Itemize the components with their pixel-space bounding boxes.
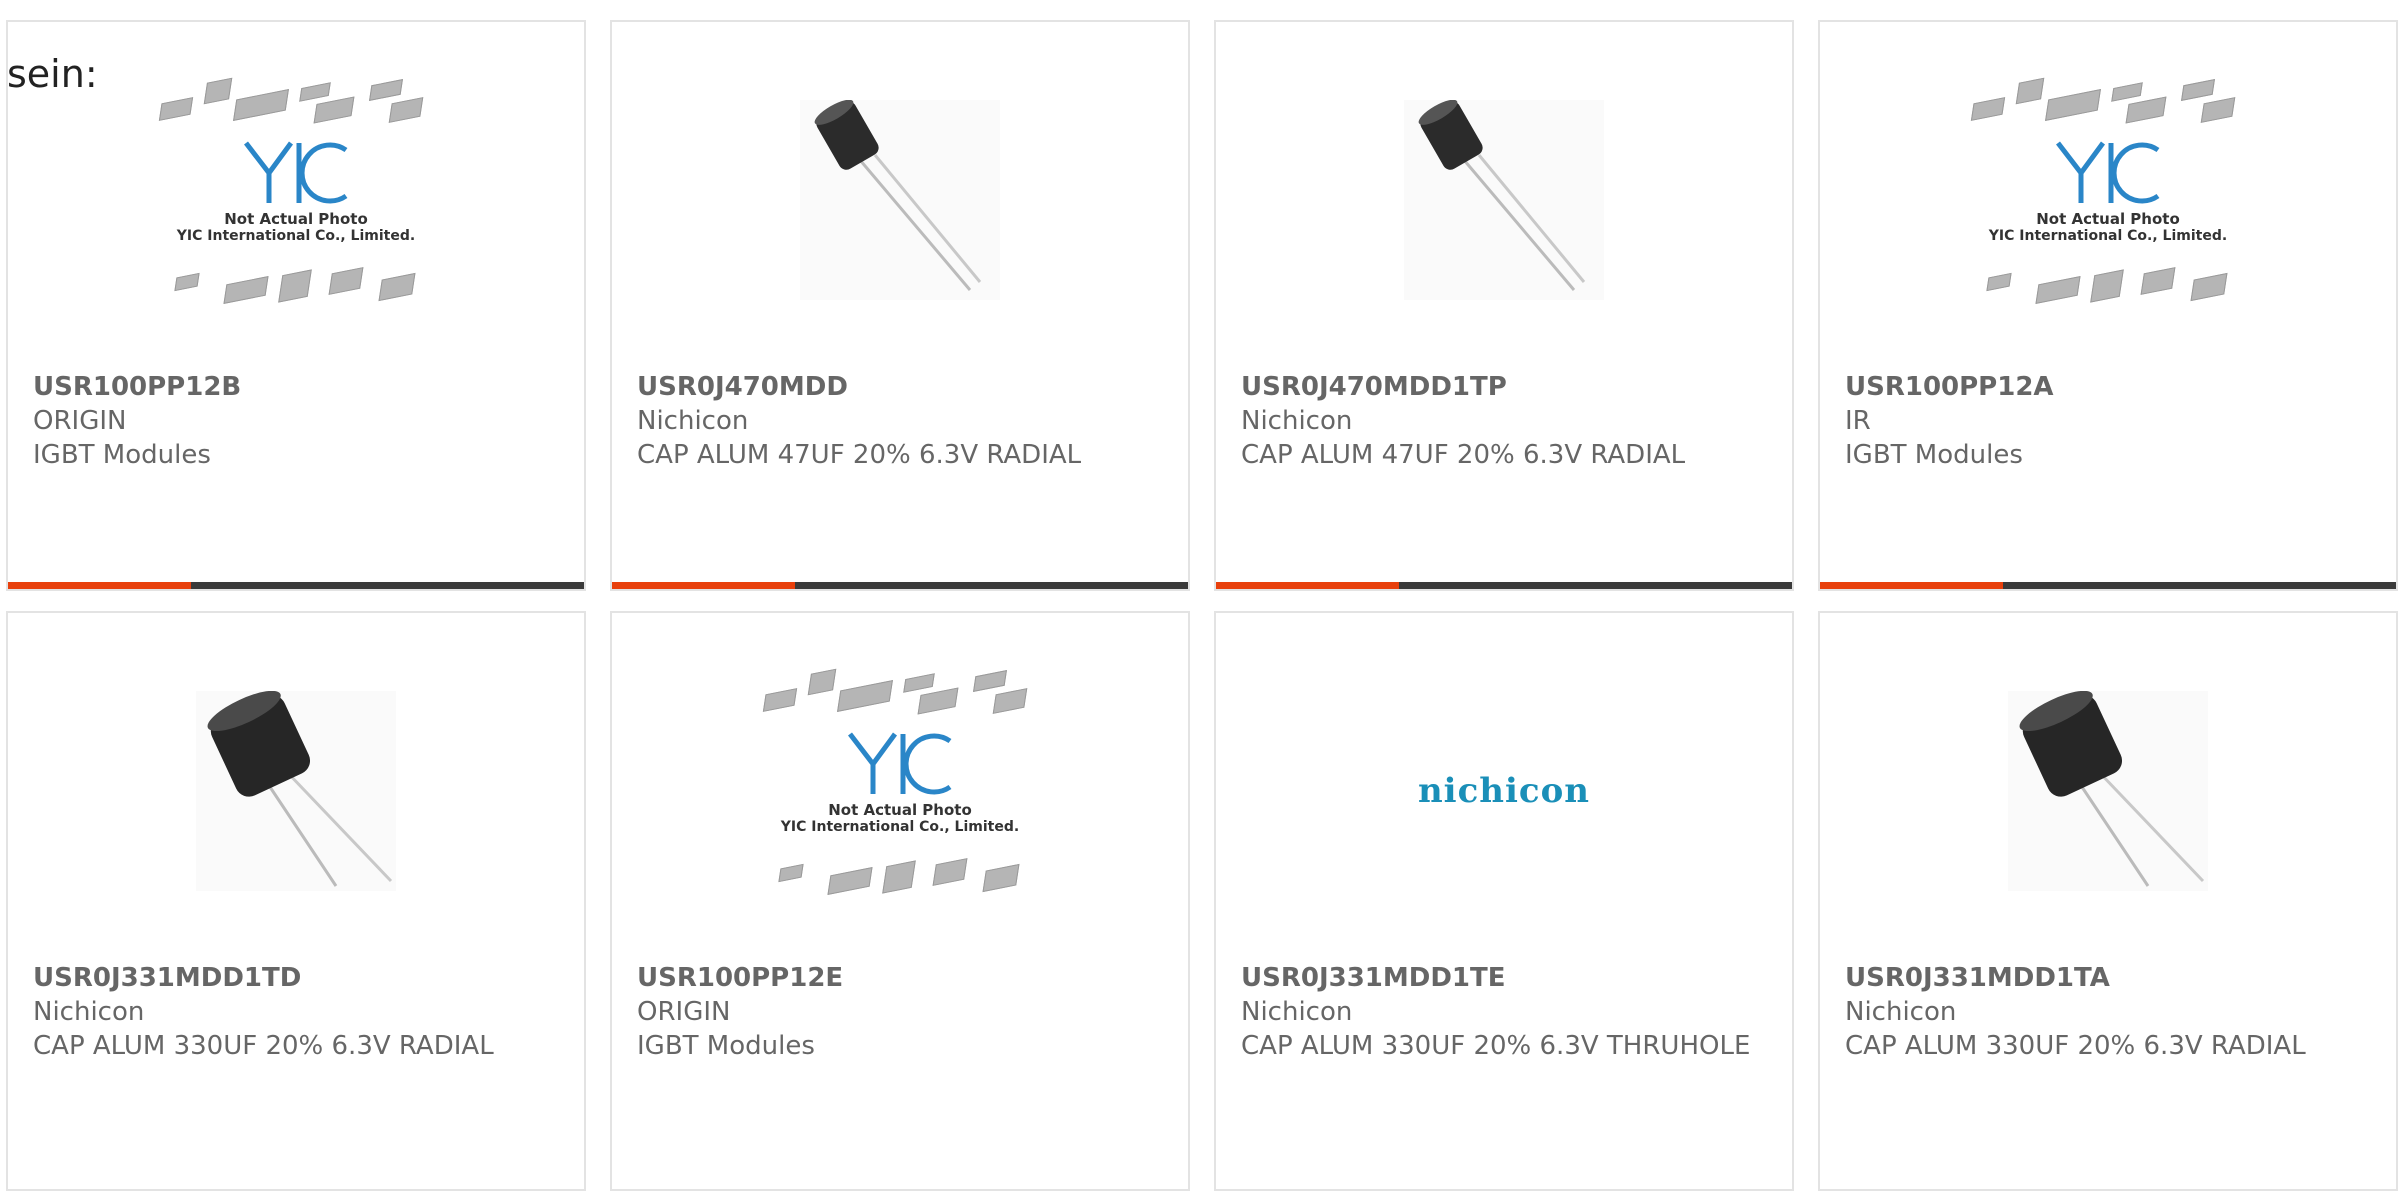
capacitor-photo-icon	[800, 99, 1000, 300]
part-number[interactable]: USR0J331MDD1TE	[1241, 961, 1772, 995]
yic-logo-icon	[2056, 140, 2160, 203]
description: CAP ALUM 47UF 20% 6.3V RADIAL	[637, 440, 1082, 470]
placeholder-caption: Not Actual Photo	[828, 800, 972, 819]
manufacturer: Nichicon	[637, 406, 749, 436]
card-footer-bar	[8, 582, 584, 589]
product-card[interactable]: Not Actual Photo YIC International Co., …	[610, 611, 1190, 1191]
product-card[interactable]: USR0J331MDD1TA Nichicon CAP ALUM 330UF 2…	[1818, 611, 2398, 1191]
part-number[interactable]: USR100PP12E	[637, 961, 1168, 995]
part-number[interactable]: USR100PP12A	[1845, 370, 2376, 404]
product-info: USR0J470MDD1TP Nichicon CAP ALUM 47UF 20…	[1241, 370, 1772, 472]
placeholder-icon: Not Actual Photo YIC International Co., …	[1970, 77, 2243, 320]
description: CAP ALUM 330UF 20% 6.3V THRUHOLE	[1241, 1031, 1751, 1061]
nichicon-logo-icon: nichicon	[1417, 770, 1591, 811]
product-info: USR0J331MDD1TD Nichicon CAP ALUM 330UF 2…	[33, 961, 564, 1063]
product-info: USR0J331MDD1TE Nichicon CAP ALUM 330UF 2…	[1241, 961, 1772, 1063]
yic-logo-icon	[244, 140, 348, 203]
description: CAP ALUM 330UF 20% 6.3V RADIAL	[1845, 1031, 2306, 1061]
product-grid: Not Actual Photo YIC International Co., …	[0, 0, 2400, 1191]
capacitor-photo-icon	[2008, 690, 2208, 891]
placeholder-caption: Not Actual Photo	[2036, 209, 2180, 228]
card-footer-bar	[1820, 582, 2396, 589]
product-card[interactable]: nichicon USR0J331MDD1TE Nichicon CAP ALU…	[1214, 611, 1794, 1191]
part-number[interactable]: USR0J331MDD1TA	[1845, 961, 2376, 995]
placeholder-company: YIC International Co., Limited.	[176, 227, 416, 244]
product-image	[8, 613, 584, 968]
product-image: Not Actual Photo YIC International Co., …	[612, 613, 1188, 968]
product-card[interactable]: Not Actual Photo YIC International Co., …	[6, 20, 586, 591]
product-image	[1216, 22, 1792, 377]
product-info: USR0J470MDD Nichicon CAP ALUM 47UF 20% 6…	[637, 370, 1168, 472]
part-number[interactable]: USR0J470MDD	[637, 370, 1168, 404]
manufacturer: Nichicon	[1241, 997, 1353, 1027]
card-footer-bar	[1216, 582, 1792, 589]
product-info: USR100PP12B ORIGIN IGBT Modules	[33, 370, 564, 472]
description: CAP ALUM 47UF 20% 6.3V RADIAL	[1241, 440, 1686, 470]
part-number[interactable]: USR0J470MDD1TP	[1241, 370, 1772, 404]
card-footer-bar	[612, 582, 1188, 589]
manufacturer: Nichicon	[33, 997, 145, 1027]
placeholder-caption: Not Actual Photo	[224, 209, 368, 228]
placeholder-company: YIC International Co., Limited.	[1988, 227, 2228, 244]
product-card[interactable]: USR0J470MDD Nichicon CAP ALUM 47UF 20% 6…	[610, 20, 1190, 591]
yic-logo-icon	[848, 731, 952, 794]
product-card[interactable]: USR0J470MDD1TP Nichicon CAP ALUM 47UF 20…	[1214, 20, 1794, 591]
product-card[interactable]: USR0J331MDD1TD Nichicon CAP ALUM 330UF 2…	[6, 611, 586, 1191]
manufacturer: IR	[1845, 406, 1871, 436]
manufacturer: Nichicon	[1845, 997, 1957, 1027]
part-number[interactable]: USR100PP12B	[33, 370, 564, 404]
stray-label: sein:	[7, 52, 98, 96]
product-info: USR100PP12A IR IGBT Modules	[1845, 370, 2376, 472]
product-image	[1820, 613, 2396, 968]
capacitor-photo-icon	[196, 690, 396, 891]
description: IGBT Modules	[637, 1031, 815, 1061]
capacitor-photo-icon	[1404, 99, 1604, 300]
part-number[interactable]: USR0J331MDD1TD	[33, 961, 564, 995]
placeholder-company: YIC International Co., Limited.	[780, 818, 1020, 835]
product-image: nichicon	[1216, 613, 1792, 968]
placeholder-icon: Not Actual Photo YIC International Co., …	[762, 668, 1035, 911]
manufacturer: ORIGIN	[33, 406, 127, 436]
product-info: USR100PP12E ORIGIN IGBT Modules	[637, 961, 1168, 1063]
product-image	[612, 22, 1188, 377]
description: CAP ALUM 330UF 20% 6.3V RADIAL	[33, 1031, 494, 1061]
product-info: USR0J331MDD1TA Nichicon CAP ALUM 330UF 2…	[1845, 961, 2376, 1063]
product-card[interactable]: Not Actual Photo YIC International Co., …	[1818, 20, 2398, 591]
description: IGBT Modules	[1845, 440, 2023, 470]
manufacturer: Nichicon	[1241, 406, 1353, 436]
description: IGBT Modules	[33, 440, 211, 470]
placeholder-icon: Not Actual Photo YIC International Co., …	[158, 77, 431, 320]
product-image: Not Actual Photo YIC International Co., …	[1820, 22, 2396, 377]
manufacturer: ORIGIN	[637, 997, 731, 1027]
